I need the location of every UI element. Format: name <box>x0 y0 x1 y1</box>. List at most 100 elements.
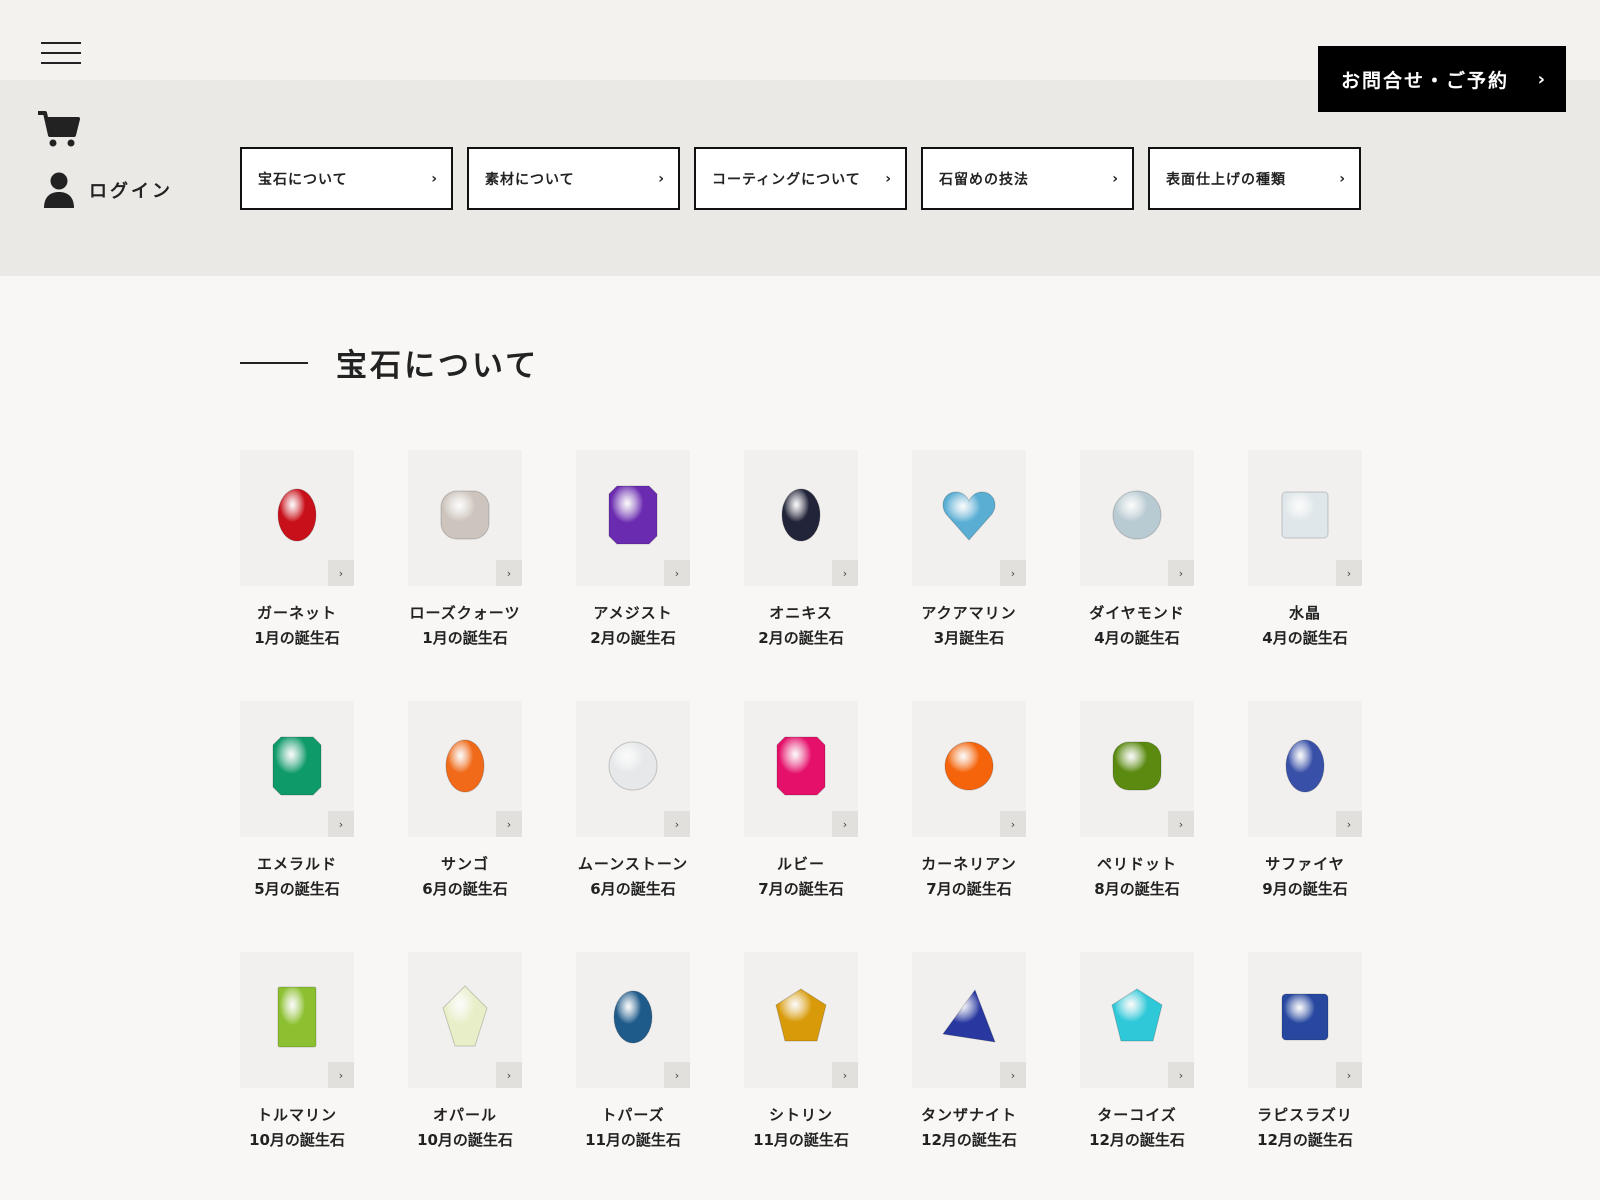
gem-birth-month: 10月の誕生石 <box>417 1131 513 1149</box>
chevron-right-icon[interactable]: › <box>1336 1062 1362 1088</box>
tab-surface-finishes[interactable]: 表面仕上げの種類 › <box>1148 147 1361 210</box>
chevron-right-icon[interactable]: › <box>1336 811 1362 837</box>
chevron-right-icon[interactable]: › <box>832 1062 858 1088</box>
gem-image <box>1111 988 1163 1042</box>
gem-thumbnail: › <box>744 450 858 586</box>
gem-image <box>277 986 317 1048</box>
chevron-right-icon[interactable]: › <box>328 811 354 837</box>
gem-image <box>1112 490 1162 540</box>
chevron-right-icon: › <box>658 170 664 187</box>
chevron-right-icon[interactable]: › <box>328 560 354 586</box>
gem-image <box>608 485 658 545</box>
gem-thumbnail: › <box>1080 952 1194 1088</box>
gem-card[interactable]: › タンザナイト 12月の誕生石 <box>912 952 1026 1150</box>
gem-thumbnail: › <box>240 450 354 586</box>
gem-image <box>440 490 490 540</box>
login-label: ログイン <box>89 181 173 202</box>
gem-thumbnail: › <box>744 701 858 837</box>
gem-thumbnail: › <box>912 450 1026 586</box>
gem-card[interactable]: › サンゴ 6月の誕生石 <box>408 701 522 899</box>
chevron-right-icon[interactable]: › <box>1336 560 1362 586</box>
gem-thumbnail: › <box>408 450 522 586</box>
gem-name: トパーズ <box>601 1106 665 1124</box>
gem-birth-month: 1月の誕生石 <box>254 629 340 647</box>
tab-materials[interactable]: 素材について › <box>467 147 680 210</box>
chevron-right-icon[interactable]: › <box>496 1062 522 1088</box>
tab-label: 石留めの技法 <box>939 171 1029 188</box>
gem-card[interactable]: › トルマリン 10月の誕生石 <box>240 952 354 1150</box>
chevron-right-icon[interactable]: › <box>1168 560 1194 586</box>
gem-birth-month: 2月の誕生石 <box>590 629 676 647</box>
gem-birth-month: 4月の誕生石 <box>1262 629 1348 647</box>
gem-image <box>608 741 658 791</box>
gem-thumbnail: › <box>744 952 858 1088</box>
contact-reservation-button[interactable]: お問合せ・ご予約 › <box>1318 46 1566 112</box>
tab-coating[interactable]: コーティングについて › <box>694 147 907 210</box>
gem-name: 水晶 <box>1288 604 1321 622</box>
gem-thumbnail: › <box>1248 952 1362 1088</box>
gem-card[interactable]: › 水晶 4月の誕生石 <box>1248 450 1362 648</box>
chevron-right-icon[interactable]: › <box>832 560 858 586</box>
gem-card[interactable]: › エメラルド 5月の誕生石 <box>240 701 354 899</box>
gem-image <box>1281 993 1329 1041</box>
chevron-right-icon[interactable]: › <box>664 811 690 837</box>
gem-thumbnail: › <box>240 952 354 1088</box>
gem-birth-month: 12月の誕生石 <box>921 1131 1017 1149</box>
gem-thumbnail: › <box>1248 701 1362 837</box>
gem-grid: › ガーネット 1月の誕生石 › ローズクォーツ 1月の誕生石 › アメジスト 2月の誕生石 › オ… <box>240 450 1362 1150</box>
chevron-right-icon[interactable]: › <box>664 560 690 586</box>
gem-image <box>776 736 826 796</box>
gem-card[interactable]: › オパール 10月の誕生石 <box>408 952 522 1150</box>
chevron-right-icon[interactable]: › <box>664 1062 690 1088</box>
tab-label: 表面仕上げの種類 <box>1166 171 1286 188</box>
gem-card[interactable]: › ガーネット 1月の誕生石 <box>240 450 354 648</box>
gem-card[interactable]: › アクアマリン 3月誕生石 <box>912 450 1026 648</box>
chevron-right-icon[interactable]: › <box>832 811 858 837</box>
gem-card[interactable]: › ペリドット 8月の誕生石 <box>1080 701 1194 899</box>
gem-card[interactable]: › トパーズ 11月の誕生石 <box>576 952 690 1150</box>
gem-card[interactable]: › ダイヤモンド 4月の誕生石 <box>1080 450 1194 648</box>
login-link[interactable]: ログイン <box>43 170 173 210</box>
gem-thumbnail: › <box>912 952 1026 1088</box>
chevron-right-icon[interactable]: › <box>496 560 522 586</box>
section-heading: 宝石について <box>240 340 539 385</box>
tab-setting-techniques[interactable]: 石留めの技法 › <box>921 147 1134 210</box>
gem-image <box>272 736 322 796</box>
gem-card[interactable]: › ムーンストーン 6月の誕生石 <box>576 701 690 899</box>
gem-image <box>1285 739 1325 793</box>
gem-card[interactable]: › ターコイズ 12月の誕生石 <box>1080 952 1194 1150</box>
contact-button-label: お問合せ・ご予約 <box>1341 69 1510 92</box>
gem-card[interactable]: › カーネリアン 7月の誕生石 <box>912 701 1026 899</box>
gem-image <box>277 488 317 542</box>
gem-card[interactable]: › シトリン 11月の誕生石 <box>744 952 858 1150</box>
chevron-right-icon[interactable]: › <box>1000 811 1026 837</box>
gem-name: ムーンストーン <box>577 855 689 873</box>
chevron-right-icon[interactable]: › <box>1000 1062 1026 1088</box>
gem-image <box>1112 741 1162 791</box>
chevron-right-icon[interactable]: › <box>328 1062 354 1088</box>
cart-icon[interactable] <box>37 110 81 150</box>
gem-birth-month: 12月の誕生石 <box>1257 1131 1353 1149</box>
gem-card[interactable]: › ルビー 7月の誕生石 <box>744 701 858 899</box>
gem-card[interactable]: › アメジスト 2月の誕生石 <box>576 450 690 648</box>
chevron-right-icon[interactable]: › <box>1000 560 1026 586</box>
gem-name: オニキス <box>769 604 833 622</box>
chevron-right-icon[interactable]: › <box>496 811 522 837</box>
chevron-right-icon[interactable]: › <box>1168 1062 1194 1088</box>
gem-image <box>944 741 994 791</box>
tab-gemstones[interactable]: 宝石について › <box>240 147 453 210</box>
gem-name: サンゴ <box>440 855 489 873</box>
gem-card[interactable]: › サファイヤ 9月の誕生石 <box>1248 701 1362 899</box>
hamburger-menu-icon[interactable] <box>41 42 81 66</box>
gem-image <box>775 988 827 1042</box>
gem-card[interactable]: › ラピスラズリ 12月の誕生石 <box>1248 952 1362 1150</box>
gem-name: アクアマリン <box>921 604 1017 622</box>
gem-thumbnail: › <box>912 701 1026 837</box>
gem-card[interactable]: › オニキス 2月の誕生石 <box>744 450 858 648</box>
gem-birth-month: 4月の誕生石 <box>1094 629 1180 647</box>
gem-image <box>942 988 996 1043</box>
chevron-right-icon[interactable]: › <box>1168 811 1194 837</box>
gem-name: シトリン <box>768 1106 833 1124</box>
gem-thumbnail: › <box>408 701 522 837</box>
gem-card[interactable]: › ローズクォーツ 1月の誕生石 <box>408 450 522 648</box>
